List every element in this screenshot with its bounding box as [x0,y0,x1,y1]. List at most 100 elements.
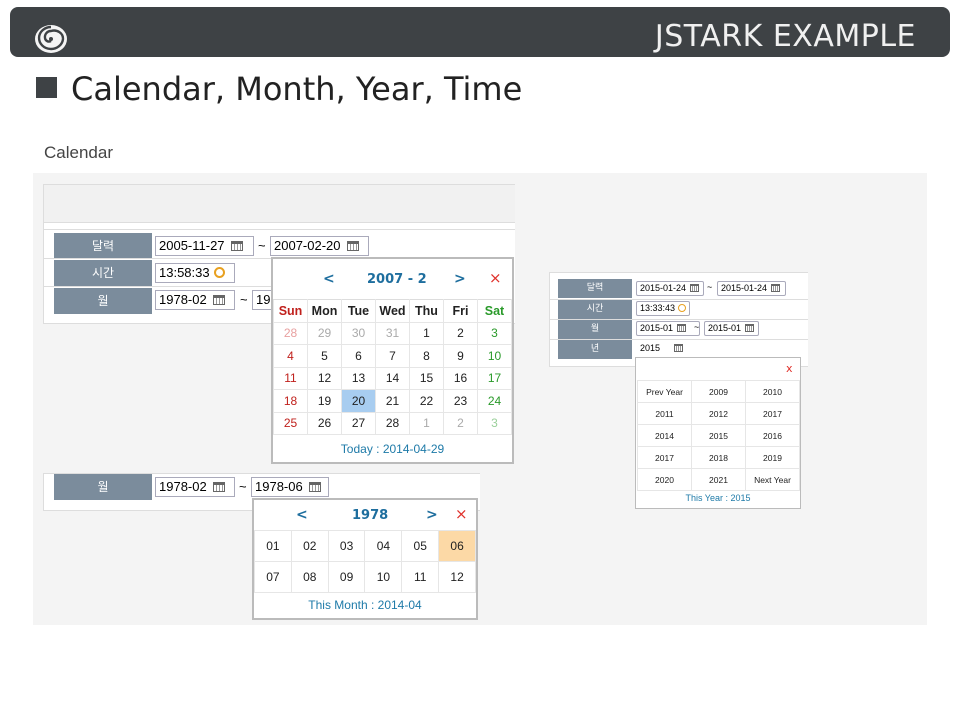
calendar-day[interactable]: 8 [409,344,444,368]
calendar-day[interactable]: 7 [375,344,410,368]
calendar-day[interactable]: 4 [273,344,308,368]
calendar-icon[interactable] [308,482,321,492]
year-cell[interactable]: 2012 [691,402,746,425]
calendar-icon[interactable] [690,284,700,292]
month-cell[interactable]: 12 [438,561,476,593]
calendar-icon[interactable] [677,324,687,332]
calendar-day[interactable]: 22 [409,389,444,413]
calendar-day[interactable]: 29 [307,321,342,345]
month-cell[interactable]: 02 [290,530,329,562]
date-from-input[interactable]: 2015-01-24 [636,281,704,296]
month-cell[interactable]: 08 [290,561,329,593]
calendar-day[interactable]: 23 [443,389,478,413]
month-to-input[interactable]: 1978-06 [251,477,329,497]
year-cell[interactable]: 2011 [637,402,692,425]
calendar-day[interactable]: 6 [341,344,376,368]
date-to-value: 2007-02-20 [274,238,341,253]
close-button[interactable]: × [455,505,468,523]
calendar-icon[interactable] [230,241,243,251]
year-cell[interactable]: 2021 [691,468,746,491]
calendar-day[interactable]: 3 [477,411,512,435]
month-cell[interactable]: 07 [254,561,292,593]
calendar-day[interactable]: 20 [341,389,376,413]
calendar-day[interactable]: 17 [477,366,512,390]
calendar-day[interactable]: 9 [443,344,478,368]
date-to-input[interactable]: 2015-01-24 [717,281,786,296]
next-year-button[interactable]: > [426,507,438,523]
calendar-day[interactable]: 14 [375,366,410,390]
calendar-day[interactable]: 31 [375,321,410,345]
month-cell[interactable]: 11 [401,561,440,593]
year-cell[interactable]: 2020 [637,468,692,491]
year-cell[interactable]: 2009 [691,380,746,403]
this-month-link[interactable]: This Month : 2014-04 [254,598,476,612]
clock-icon[interactable] [678,304,687,312]
clock-icon[interactable] [213,267,225,278]
calendar-icon[interactable] [745,324,755,332]
month-to-input[interactable]: 19 [252,290,272,310]
month-cell[interactable]: 03 [327,530,366,562]
month-from-input[interactable]: 2015-01 [636,321,700,336]
calendar-day[interactable]: 30 [341,321,376,345]
date-to-input[interactable]: 2007-02-20 [270,236,369,256]
next-month-button[interactable]: > [454,271,466,287]
calendar-icon[interactable] [674,344,684,352]
calendar-day[interactable]: 13 [341,366,376,390]
calendar-day[interactable]: 27 [341,411,376,435]
month-cell[interactable]: 09 [327,561,366,593]
prev-month-button[interactable]: < [323,271,335,287]
calendar-icon[interactable] [346,241,359,251]
calendar-day[interactable]: 5 [307,344,342,368]
year-cell[interactable]: 2019 [745,446,800,469]
year-input[interactable]: 2015 [636,341,690,356]
month-cell[interactable]: 04 [364,530,403,562]
row-label-year: 년 [558,340,632,359]
next-year-button[interactable]: Next Year [745,468,800,491]
close-button[interactable]: × [489,269,502,287]
calendar-day[interactable]: 26 [307,411,342,435]
this-year-link[interactable]: This Year : 2015 [636,493,800,503]
calendar-day[interactable]: 28 [273,321,308,345]
year-cell[interactable]: 2016 [745,424,800,447]
month-to-input[interactable]: 2015-01 [704,321,759,336]
prev-year-button[interactable]: < [296,507,308,523]
time-input[interactable]: 13:58:33 [155,263,235,283]
calendar-day[interactable]: 10 [477,344,512,368]
calendar-day[interactable]: 19 [307,389,342,413]
today-link[interactable]: Today : 2014-04-29 [273,442,512,456]
year-cell[interactable]: 2014 [637,424,692,447]
close-button[interactable]: x [786,362,793,375]
calendar-day[interactable]: 18 [273,389,308,413]
calendar-day[interactable]: 1 [409,321,444,345]
calendar-day[interactable]: 3 [477,321,512,345]
calendar-title: 2007 - 2 [367,272,427,287]
month-cell[interactable]: 06 [438,530,476,562]
year-cell[interactable]: 2017 [637,446,692,469]
calendar-day[interactable]: 1 [409,411,444,435]
calendar-day[interactable]: 28 [375,411,410,435]
month-cell[interactable]: 01 [254,530,292,562]
year-cell[interactable]: 2017 [745,402,800,425]
calendar-day[interactable]: 2 [443,321,478,345]
month-cell[interactable]: 05 [401,530,440,562]
year-cell[interactable]: 2015 [691,424,746,447]
calendar-day[interactable]: 21 [375,389,410,413]
calendar-day[interactable]: 11 [273,366,308,390]
year-cell[interactable]: 2018 [691,446,746,469]
calendar-day[interactable]: 2 [443,411,478,435]
calendar-icon[interactable] [212,295,225,305]
month-cell[interactable]: 10 [364,561,403,593]
calendar-day[interactable]: 16 [443,366,478,390]
month-from-input[interactable]: 1978-02 [155,290,235,310]
calendar-icon[interactable] [771,284,781,292]
calendar-day[interactable]: 12 [307,366,342,390]
calendar-day[interactable]: 15 [409,366,444,390]
prev-year-button[interactable]: Prev Year [637,380,692,403]
year-cell[interactable]: 2010 [745,380,800,403]
calendar-day[interactable]: 25 [273,411,308,435]
date-from-input[interactable]: 2005-11-27 [155,236,254,256]
time-input[interactable]: 13:33:43 [636,301,690,316]
calendar-day[interactable]: 24 [477,389,512,413]
calendar-icon[interactable] [212,482,225,492]
month-from-input[interactable]: 1978-02 [155,477,235,497]
